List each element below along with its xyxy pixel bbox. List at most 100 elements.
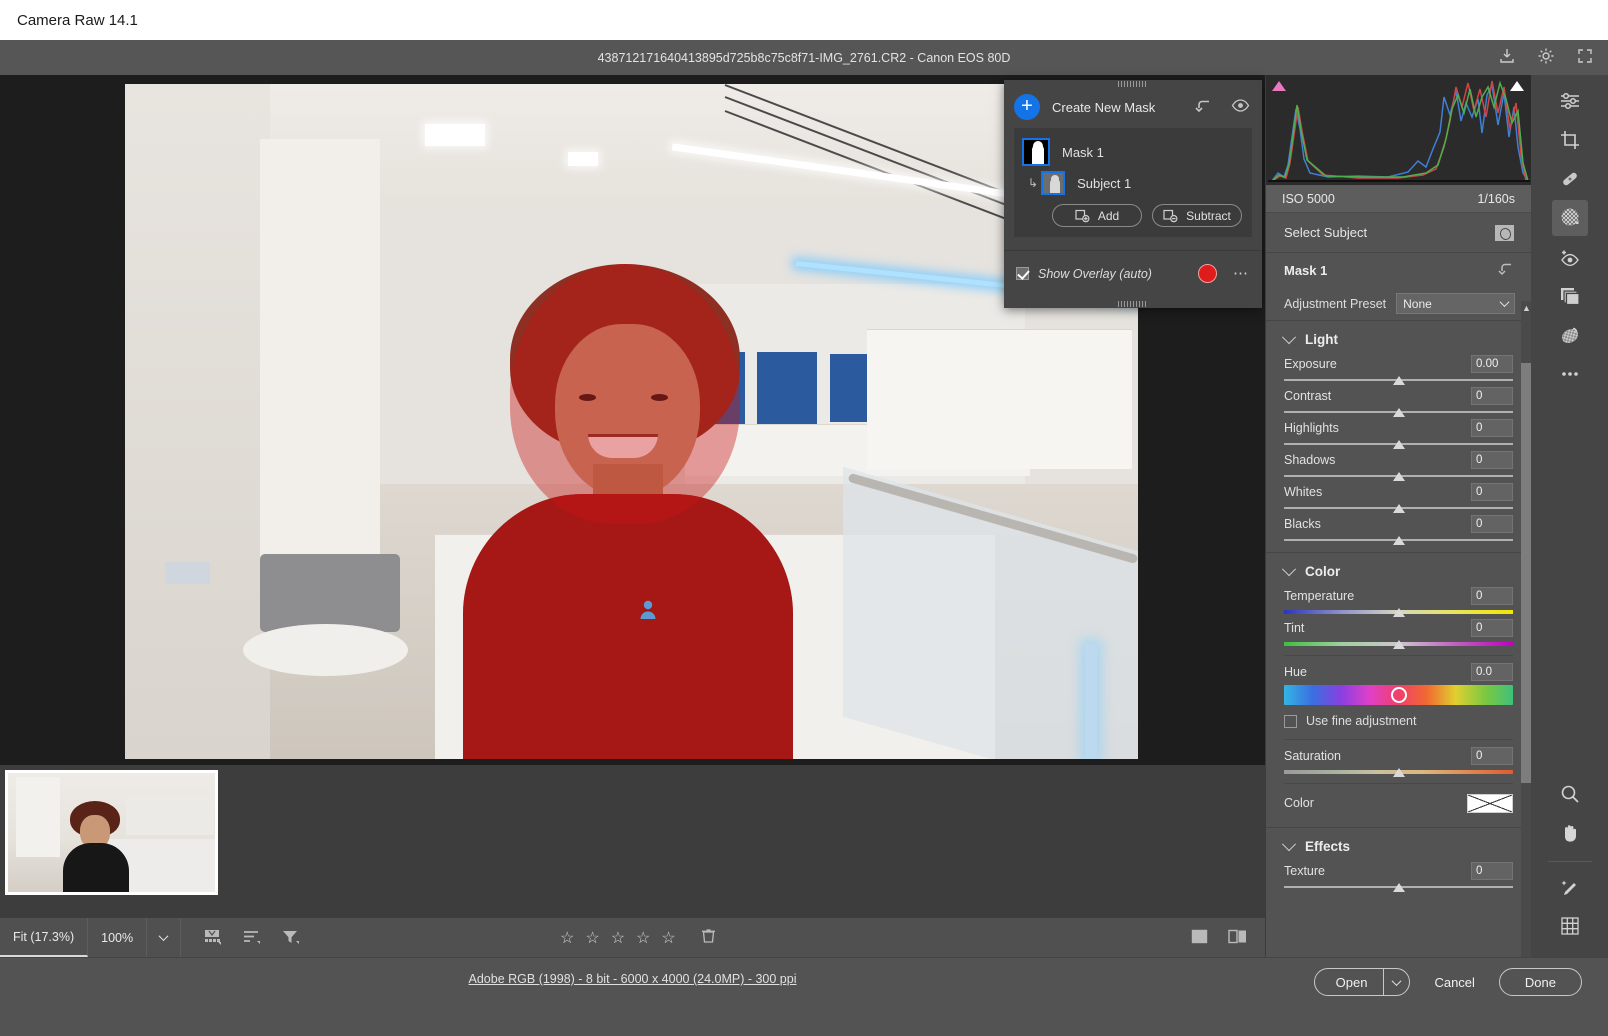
masks-panel[interactable]: + Create New Mask Mask 1 ↳ Subject 1 Add…	[1004, 80, 1262, 308]
edit-sliders-icon[interactable]	[1552, 83, 1588, 119]
fullscreen-icon[interactable]	[1576, 47, 1594, 68]
section-color[interactable]: Color	[1266, 553, 1531, 585]
done-button[interactable]: Done	[1498, 968, 1582, 996]
slider-value[interactable]: 0.0	[1471, 662, 1513, 681]
undo-arrow-icon[interactable]	[1195, 99, 1213, 116]
trash-icon[interactable]	[701, 928, 716, 947]
white-balance-tool-icon[interactable]	[1552, 869, 1588, 905]
mask-list-item[interactable]: Mask 1	[1022, 136, 1244, 168]
ellipsis-icon[interactable]: ⋯	[1233, 266, 1250, 281]
mask-color-swatch[interactable]	[1467, 793, 1513, 813]
save-image-icon[interactable]	[1498, 47, 1516, 68]
open-dropdown-button[interactable]	[1383, 969, 1409, 995]
slider-whites[interactable]: Whites 0	[1266, 481, 1531, 513]
presets-icon[interactable]	[1552, 278, 1588, 314]
hue-spectrum-bar[interactable]	[1284, 685, 1513, 705]
reset-icon[interactable]	[1498, 262, 1515, 278]
cancel-button[interactable]: Cancel	[1428, 968, 1480, 996]
shadow-clipping-warning[interactable]	[1270, 78, 1288, 93]
filter-icon[interactable]	[281, 928, 300, 948]
slider-value[interactable]: 0	[1471, 450, 1513, 469]
rating-star[interactable]: ☆	[560, 928, 574, 948]
filmstrip[interactable]	[0, 765, 1265, 918]
section-light[interactable]: Light	[1266, 321, 1531, 353]
slider-hue[interactable]: Hue 0.0	[1266, 661, 1531, 682]
slider-label: Shadows	[1284, 452, 1336, 467]
slider-value[interactable]: 0	[1471, 746, 1513, 765]
subtract-from-mask-button[interactable]: Subtract	[1152, 204, 1242, 227]
slider-value[interactable]: 0	[1471, 386, 1513, 405]
compare-view-icon[interactable]	[1228, 929, 1247, 947]
slider-value[interactable]: 0	[1471, 482, 1513, 501]
hand-tool-icon[interactable]	[1552, 815, 1588, 851]
slider-label: Tint	[1284, 620, 1305, 635]
masking-icon[interactable]	[1551, 200, 1588, 236]
panel-drag-handle-bottom[interactable]	[1004, 300, 1262, 308]
preview-image[interactable]	[125, 84, 1138, 759]
grid-overlay-icon[interactable]	[1552, 908, 1588, 944]
slider-temperature[interactable]: Temperature 0	[1266, 585, 1531, 617]
zoom-tool-icon[interactable]	[1552, 776, 1588, 812]
use-fine-adjustment-row[interactable]: Use fine adjustment	[1266, 705, 1531, 732]
mask-color-row[interactable]: Color	[1266, 789, 1531, 819]
rating-star[interactable]: ☆	[636, 928, 650, 948]
more-ellipsis-icon[interactable]	[1552, 356, 1588, 392]
crop-icon[interactable]	[1552, 122, 1588, 158]
slider-label: Exposure	[1284, 356, 1337, 371]
slider-shadows[interactable]: Shadows 0	[1266, 449, 1531, 481]
slider-value[interactable]: 0	[1471, 586, 1513, 605]
zoom-level-dropdown[interactable]	[147, 918, 182, 957]
scrollbar-thumb[interactable]	[1521, 363, 1531, 783]
overlay-color-swatch[interactable]	[1198, 264, 1217, 283]
highlight-clipping-warning[interactable]	[1508, 78, 1526, 93]
rating-star[interactable]: ☆	[661, 928, 675, 948]
slider-value[interactable]: 0	[1471, 514, 1513, 533]
slider-texture[interactable]: Texture 0	[1266, 860, 1531, 892]
single-view-icon[interactable]	[1191, 929, 1208, 947]
subject-thumbnail-icon[interactable]	[1041, 171, 1066, 195]
zoom-100-button[interactable]: 100%	[88, 918, 148, 957]
slider-tint[interactable]: Tint 0	[1266, 617, 1531, 649]
sort-order-icon[interactable]	[242, 928, 261, 948]
zoom-fit-label: Fit (17.3%)	[13, 929, 75, 944]
preferences-gear-icon[interactable]	[1537, 47, 1555, 68]
use-fine-adjustment-checkbox[interactable]	[1284, 714, 1297, 728]
slider-value[interactable]: 0	[1471, 861, 1513, 880]
slider-contrast[interactable]: Contrast 0	[1266, 385, 1531, 417]
mask-thumbnail-icon[interactable]	[1022, 138, 1050, 166]
scroll-up-arrow-icon[interactable]: ▲	[1522, 303, 1531, 313]
adjustment-preset-select[interactable]: None	[1396, 293, 1515, 314]
histogram[interactable]	[1266, 75, 1532, 185]
slider-saturation[interactable]: Saturation 0	[1266, 745, 1531, 777]
select-subject-row[interactable]: Select Subject	[1266, 213, 1531, 253]
snapshots-icon[interactable]	[1552, 317, 1588, 353]
filmstrip-thumbnail[interactable]	[5, 770, 218, 895]
slider-exposure[interactable]: Exposure 0.00	[1266, 353, 1531, 385]
filmstrip-view-icon[interactable]	[203, 928, 222, 948]
add-to-mask-button[interactable]: Add	[1052, 204, 1142, 227]
eye-icon[interactable]	[1231, 99, 1250, 115]
create-new-mask-button[interactable]: +	[1014, 94, 1040, 120]
zoom-fit-button[interactable]: Fit (17.3%)	[0, 918, 89, 957]
rating-star[interactable]: ☆	[585, 928, 599, 948]
open-button[interactable]: Open	[1313, 968, 1411, 996]
slider-label: Hue	[1284, 664, 1307, 679]
right-panel-scrollbar[interactable]: ▲ ▼	[1521, 301, 1531, 1001]
slider-value[interactable]: 0.00	[1471, 354, 1513, 373]
create-new-mask-label: Create New Mask	[1052, 99, 1156, 115]
section-effects[interactable]: Effects	[1266, 828, 1531, 860]
select-subject-icon[interactable]	[1495, 224, 1514, 241]
slider-value[interactable]: 0	[1471, 418, 1513, 437]
mask-color-label: Color	[1284, 796, 1314, 810]
panel-drag-handle-top[interactable]	[1004, 80, 1262, 88]
red-eye-icon[interactable]	[1552, 239, 1588, 275]
rating-star[interactable]: ☆	[611, 928, 625, 948]
slider-blacks[interactable]: Blacks 0	[1266, 513, 1531, 545]
slider-value[interactable]: 0	[1471, 618, 1513, 637]
show-overlay-checkbox[interactable]	[1016, 267, 1029, 280]
slider-highlights[interactable]: Highlights 0	[1266, 417, 1531, 449]
mask-component-item[interactable]: ↳ Subject 1	[1022, 168, 1244, 198]
hue-ring-handle[interactable]	[1390, 687, 1407, 703]
image-info-link[interactable]: Adobe RGB (1998) - 8 bit - 6000 x 4000 (…	[0, 972, 1265, 986]
healing-brush-icon[interactable]	[1552, 161, 1588, 197]
